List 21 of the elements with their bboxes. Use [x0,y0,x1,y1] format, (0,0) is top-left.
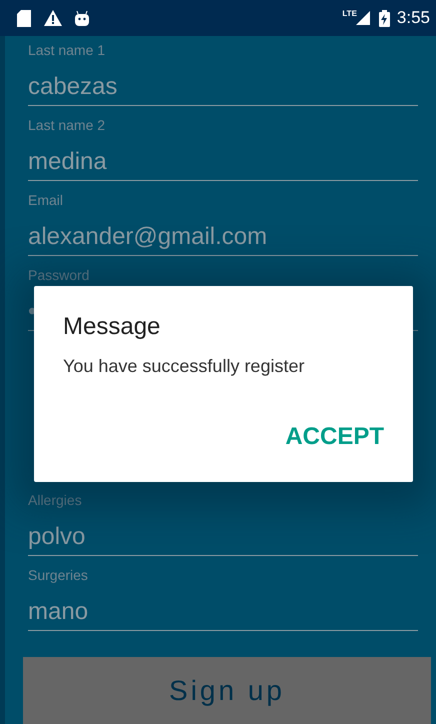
field-label: Email [28,191,64,209]
field-label: Password [28,266,90,284]
input-field[interactable]: alexander@gmail.com [28,219,418,256]
warning-icon [44,10,62,26]
battery-charging-icon [378,10,390,26]
field-label: Last name 1 [28,41,106,59]
sd-card-icon [17,10,31,26]
network-type-label: LTE [342,9,357,18]
dialog-message: You have successfully register [63,355,304,377]
input-field[interactable]: medina [28,144,418,181]
clock-time: 3:55 [396,8,430,28]
field-label: Last name 2 [28,116,106,134]
input-field[interactable]: polvo [28,519,418,556]
field-label: Surgeries [28,566,89,584]
sign-up-button[interactable]: Sign up [23,657,431,724]
input-field[interactable]: mano [28,594,418,631]
dialog-title: Message [63,313,160,341]
accept-button[interactable]: ACCEPT [285,423,384,451]
input-field[interactable]: cabezas [28,69,418,106]
signal-icon [356,11,370,25]
field-label: Allergies [28,491,83,509]
